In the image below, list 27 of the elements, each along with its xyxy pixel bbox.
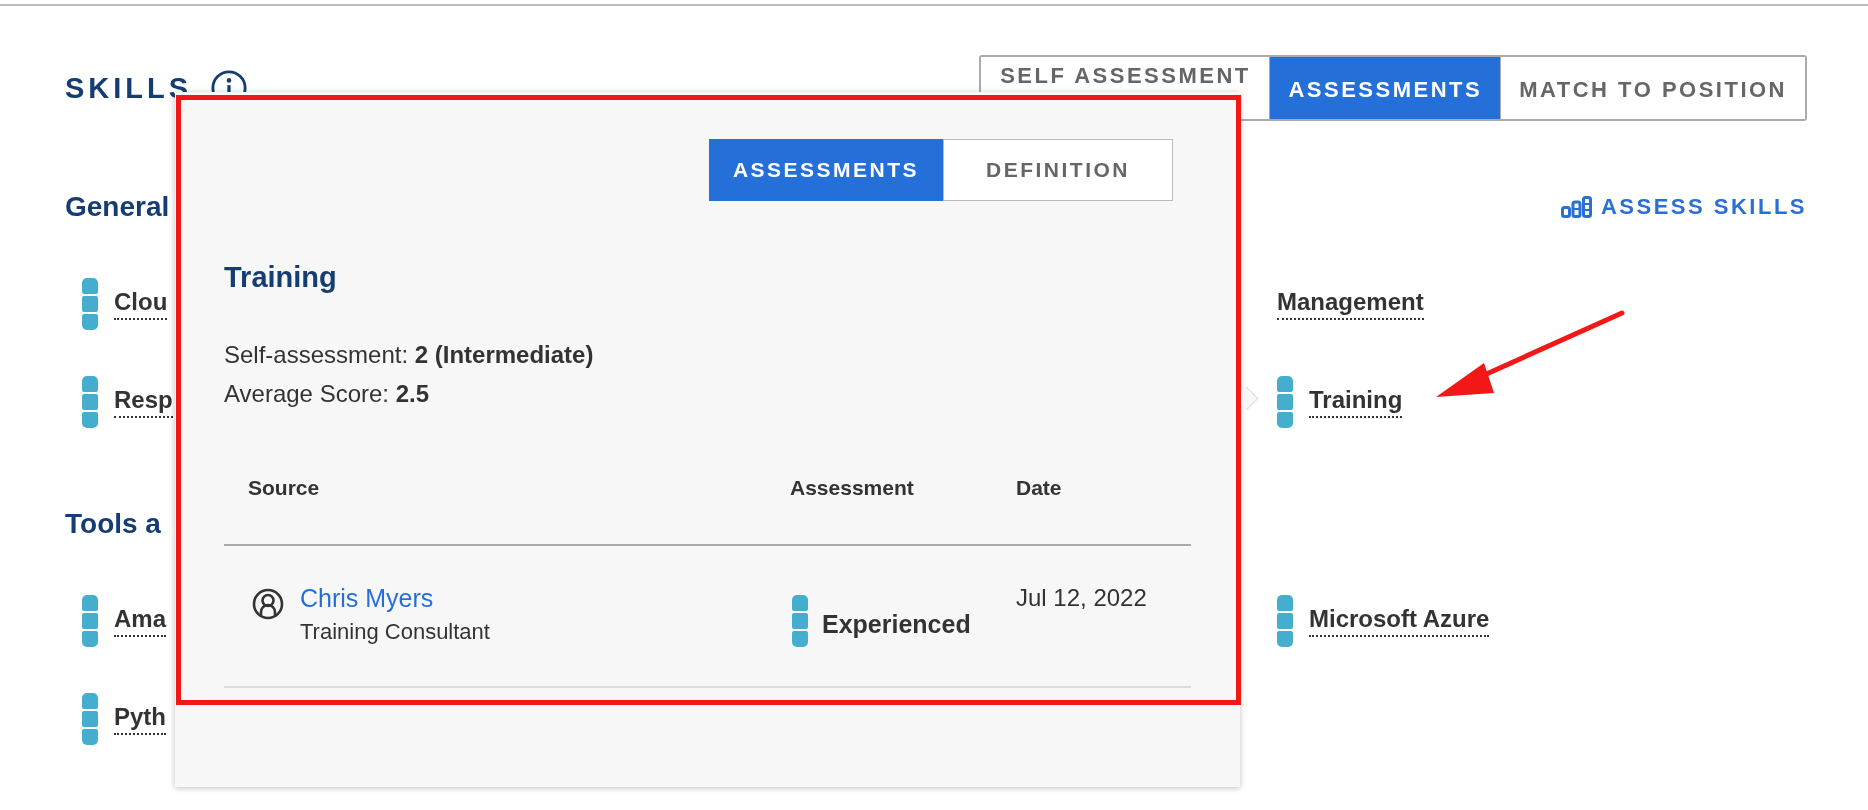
section-heading: General [65,191,170,223]
skill-link[interactable]: Ama [114,605,167,637]
user-icon [252,588,284,620]
popover-title: Training [224,261,338,294]
popover-tab[interactable]: ASSESSMENTS [709,139,943,201]
skill-link[interactable]: Pyth [114,703,166,735]
skill-link[interactable]: Resp [114,386,173,418]
level-icon [792,595,808,647]
view-tab[interactable]: ASSESSMENTS [1269,57,1501,119]
skill-link[interactable]: Clou [114,288,168,320]
column-header: Assessment [790,476,1016,546]
assessment-value: Experienced [822,609,971,639]
column-header: Source [224,476,790,546]
column-header: Date [1016,476,1191,546]
popover-tab[interactable]: DEFINITION [943,139,1173,201]
assess-skills-link[interactable]: ASSESS SKILLS [1560,194,1807,220]
summary-line: Average Score: 2.5 [224,379,431,409]
view-tab[interactable]: MATCH TO POSITION [1500,57,1805,119]
assessment-date: Jul 12, 2022 [1016,584,1147,611]
summary-line: Self-assessment: 2 (Intermediate) [224,340,595,370]
section-heading: Tools a [65,508,161,540]
bar-chart-icon [1560,196,1593,218]
assessor-link[interactable]: Chris Myers [300,584,490,613]
skill-link[interactable]: Microsoft Azure [1309,605,1490,637]
skill-link[interactable]: Management [1277,288,1424,320]
assessor-role: Training Consultant [300,619,490,645]
skill-link[interactable]: Training [1309,386,1403,418]
